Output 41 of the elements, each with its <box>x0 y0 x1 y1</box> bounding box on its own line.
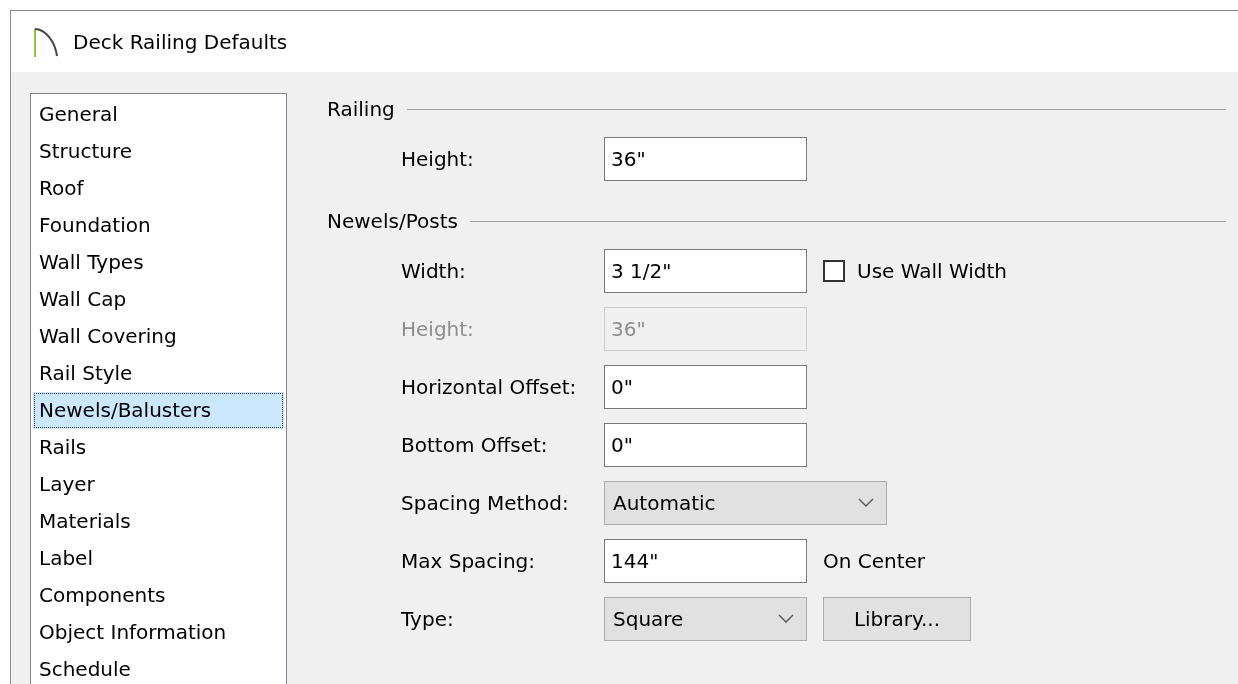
category-item[interactable]: Layer <box>33 466 284 503</box>
chevron-down-icon <box>858 498 874 508</box>
field-label: Bottom Offset: <box>401 433 549 457</box>
category-item[interactable]: Materials <box>33 503 284 540</box>
arch-icon <box>33 26 59 57</box>
category-item[interactable]: Wall Cap <box>33 281 284 318</box>
dropdown[interactable]: Automatic <box>604 481 887 525</box>
dropdown[interactable]: Square <box>604 597 807 641</box>
unit-note: On Center <box>823 549 926 573</box>
field-label: Spacing Method: <box>401 491 570 515</box>
checkbox[interactable] <box>823 260 845 282</box>
category-item[interactable]: Structure <box>33 133 284 170</box>
category-item[interactable]: Wall Covering <box>33 318 284 355</box>
checkbox-option[interactable]: Use Wall Width <box>823 259 1008 283</box>
chevron-down-icon <box>778 614 794 624</box>
text-field[interactable]: 36" <box>604 137 807 181</box>
category-item[interactable]: Roof <box>33 170 284 207</box>
field-label: Max Spacing: <box>401 549 536 573</box>
field-label: Width: <box>401 259 467 283</box>
window-title: Deck Railing Defaults <box>73 29 288 54</box>
category-item[interactable]: Object Information <box>33 614 284 651</box>
field-label: Type: <box>401 607 455 631</box>
category-item[interactable]: Schedule <box>33 651 284 684</box>
category-item[interactable]: Label <box>33 540 284 577</box>
category-item[interactable]: Foundation <box>33 207 284 244</box>
category-item[interactable]: Newels/Balusters <box>33 392 284 429</box>
category-item[interactable]: Wall Types <box>33 244 284 281</box>
text-field[interactable]: 0" <box>604 365 807 409</box>
text-field[interactable]: 0" <box>604 423 807 467</box>
section-heading: Newels/Posts <box>327 209 458 233</box>
section-heading: Railing <box>327 97 395 121</box>
library-button[interactable]: Library... <box>823 597 971 641</box>
field-label: Height: <box>401 317 475 341</box>
category-item[interactable]: Rail Style <box>33 355 284 392</box>
category-item[interactable]: Components <box>33 577 284 614</box>
field-label: Horizontal Offset: <box>401 375 578 399</box>
text-field[interactable]: 3 1/2" <box>604 249 807 293</box>
text-field[interactable]: 144" <box>604 539 807 583</box>
category-item[interactable]: General <box>33 96 284 133</box>
category-item[interactable]: Rails <box>33 429 284 466</box>
field-label: Height: <box>401 147 475 171</box>
